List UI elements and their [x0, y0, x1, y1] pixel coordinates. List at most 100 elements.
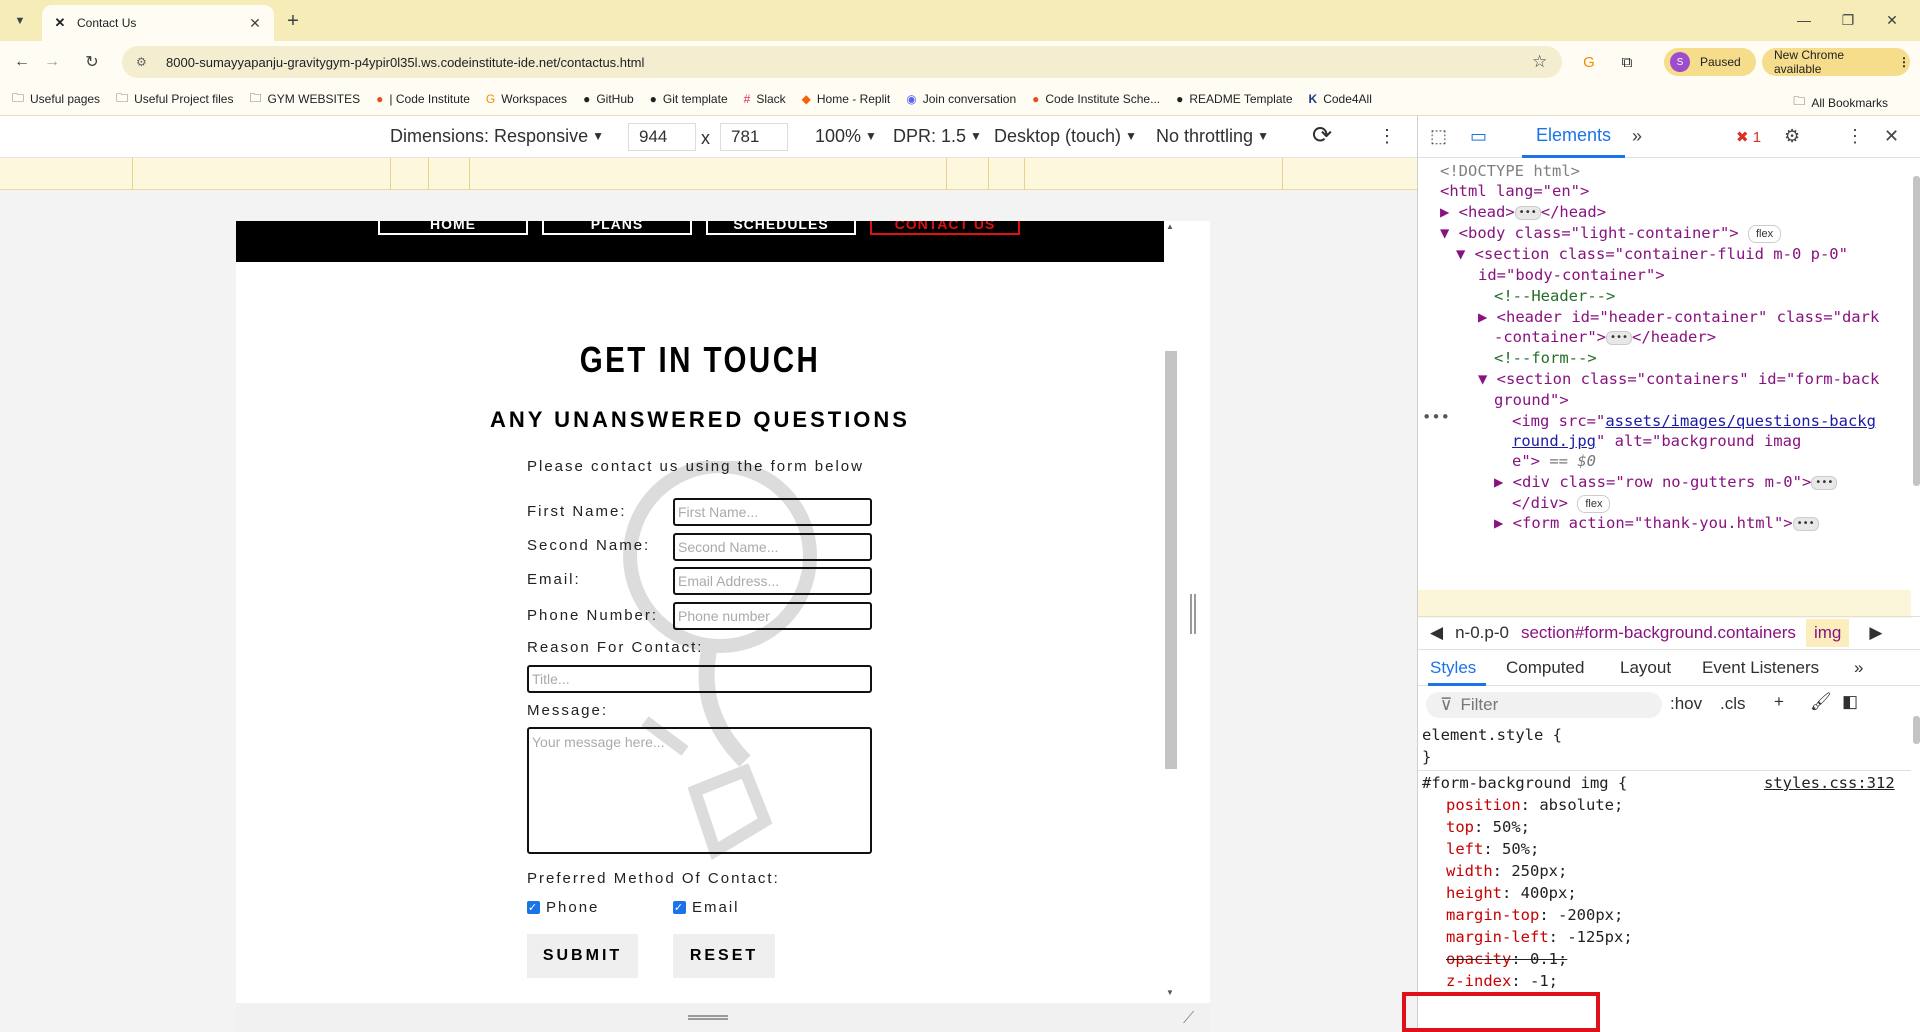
phone-checkbox-row[interactable]: ✓ Phone: [527, 899, 599, 916]
second-name-input[interactable]: Second Name...: [673, 533, 872, 561]
error-count-badge[interactable]: ✖ 1: [1736, 128, 1761, 146]
email-checkbox[interactable]: ✓: [673, 901, 686, 914]
emulated-page[interactable]: HOME PLANS SCHEDULES CONTACT US GET IN T…: [236, 221, 1164, 1003]
more-options-icon[interactable]: ⋮: [1378, 126, 1396, 147]
dom-tree[interactable]: <!DOCTYPE html> <html lang="en"> ▶ <head…: [1418, 158, 1911, 618]
extension-g-icon[interactable]: G: [1578, 51, 1600, 73]
decl-margin-top[interactable]: margin-top: -200px;: [1446, 906, 1623, 924]
filter-input[interactable]: ⊽ Filter: [1426, 692, 1662, 718]
paint-brush-icon[interactable]: 🖌: [1810, 692, 1832, 712]
media-query-ruler[interactable]: [0, 158, 1417, 190]
tab-close-icon[interactable]: ✕: [246, 14, 264, 32]
hov-toggle[interactable]: :hov: [1670, 694, 1702, 714]
breadcrumb-item-section[interactable]: n-0.p-0: [1455, 623, 1509, 643]
page-scrollbar-thumb[interactable]: [1165, 351, 1177, 769]
resize-handle-bottom[interactable]: [688, 1015, 728, 1020]
dom-header[interactable]: ▶ <header id="header-container" class="d…: [1478, 308, 1879, 326]
nav-schedules[interactable]: SCHEDULES: [706, 221, 856, 235]
scroll-up-arrow-icon[interactable]: ▲: [1166, 222, 1174, 231]
bookmark-readme-template[interactable]: ● README Template: [1176, 92, 1292, 106]
nav-contact-us[interactable]: CONTACT US: [870, 221, 1020, 235]
profile-paused-button[interactable]: S Paused: [1664, 48, 1756, 76]
tab-elements[interactable]: Elements: [1522, 116, 1626, 158]
decl-width[interactable]: width: 250px;: [1446, 862, 1567, 880]
nav-plans[interactable]: PLANS: [542, 221, 692, 235]
dimensions-dropdown[interactable]: Dimensions: Responsive ▼: [390, 126, 604, 147]
tab-computed[interactable]: Computed: [1506, 658, 1584, 678]
decl-position[interactable]: position: absolute;: [1446, 796, 1623, 814]
restore-button[interactable]: ❐: [1826, 6, 1870, 34]
bookmark-gym-websites[interactable]: 🗀 GYM WEBSITES: [249, 89, 360, 110]
reload-button[interactable]: ↻: [78, 48, 106, 76]
nav-home[interactable]: HOME: [378, 221, 528, 235]
bookmark-code-institute-schedule[interactable]: ● Code Institute Sche...: [1032, 92, 1160, 106]
bookmark-workspaces[interactable]: G Workspaces: [486, 92, 567, 106]
flex-badge[interactable]: flex: [1577, 495, 1611, 513]
device-toggle-icon[interactable]: ▭: [1470, 126, 1487, 147]
cls-toggle[interactable]: .cls: [1720, 694, 1746, 714]
tab-layout[interactable]: Layout: [1620, 658, 1671, 678]
height-input[interactable]: 781: [720, 123, 788, 151]
collapsed-ellipsis[interactable]: •••: [1811, 476, 1838, 490]
new-chrome-button[interactable]: New Chrome available ⋮: [1762, 48, 1910, 76]
decl-margin-left[interactable]: margin-left: -125px;: [1446, 928, 1633, 946]
address-bar[interactable]: ⚙ 8000-sumayyapanju-gravitygym-p4ypir0l3…: [122, 46, 1562, 78]
tab-event-listeners[interactable]: Event Listeners: [1702, 658, 1819, 678]
bookmark-github[interactable]: ● GitHub: [583, 92, 634, 106]
styles-pane[interactable]: element.style { } #form-background img {…: [1418, 722, 1911, 1032]
tab-search-button[interactable]: ▼: [8, 9, 32, 33]
collapsed-ellipsis[interactable]: •••: [1792, 517, 1819, 531]
zoom-dropdown[interactable]: 100% ▼: [815, 126, 877, 147]
dom-head[interactable]: ▶ <head> ••• </head>: [1440, 203, 1606, 221]
device-type-dropdown[interactable]: Desktop (touch) ▼: [994, 126, 1137, 147]
bookmark-code-institute[interactable]: ● | Code Institute: [376, 92, 470, 106]
email-checkbox-row[interactable]: ✓ Email: [673, 899, 740, 916]
decl-height[interactable]: height: 400px;: [1446, 884, 1577, 902]
tab-styles[interactable]: Styles: [1430, 658, 1476, 678]
dom-section-form-background[interactable]: ▼ <section class="containers" id="form-b…: [1478, 370, 1879, 388]
all-bookmarks[interactable]: 🗀 All Bookmarks: [1793, 92, 1888, 113]
reset-button[interactable]: RESET: [673, 934, 775, 978]
minimize-button[interactable]: —: [1782, 6, 1826, 34]
throttling-dropdown[interactable]: No throttling ▼: [1156, 126, 1269, 147]
dom-body[interactable]: ▼ <body class="light-container"> flex: [1440, 224, 1782, 243]
browser-tab[interactable]: ✕ Contact Us ✕: [42, 5, 274, 41]
breadcrumb-left-arrow-icon[interactable]: ◀: [1430, 623, 1443, 643]
bookmark-code4all[interactable]: K Code4All: [1309, 92, 1372, 106]
inspect-element-icon[interactable]: ⬚: [1430, 126, 1447, 147]
rule-source-link[interactable]: styles.css:312: [1764, 774, 1895, 792]
submit-button[interactable]: SUBMIT: [527, 934, 638, 978]
phone-input[interactable]: Phone number: [673, 602, 872, 630]
dom-section-body-container[interactable]: ▼ <section class="container-fluid m-0 p-…: [1456, 245, 1848, 263]
scroll-down-arrow-icon[interactable]: ▼: [1166, 988, 1174, 997]
img-src-link[interactable]: assets/images/questions-backg: [1605, 412, 1876, 430]
bookmark-star-icon[interactable]: ☆: [1532, 52, 1562, 72]
message-textarea[interactable]: Your message here...: [527, 727, 872, 854]
bookmark-join-conversation[interactable]: ◉ Join conversation: [906, 92, 1016, 106]
close-window-button[interactable]: ✕: [1870, 6, 1914, 34]
bookmark-git-template[interactable]: ● Git template: [650, 92, 728, 106]
decl-opacity[interactable]: opacity: 0.1;: [1446, 950, 1567, 968]
dom-html[interactable]: <html lang="en">: [1440, 182, 1589, 200]
sidebar-toggle-icon[interactable]: ◧: [1842, 692, 1858, 712]
new-tab-button[interactable]: +: [282, 10, 304, 32]
collapsed-ellipsis[interactable]: •••: [1514, 206, 1541, 220]
dom-form[interactable]: ▶ <form action="thank-you.html"> •••: [1494, 514, 1819, 532]
flex-badge[interactable]: flex: [1747, 225, 1782, 243]
extensions-puzzle-icon[interactable]: ⧉: [1616, 51, 1638, 73]
bookmark-useful-project-files[interactable]: 🗀 Useful Project files: [116, 89, 233, 110]
dom-tree-scrollbar-thumb[interactable]: [1913, 176, 1920, 486]
decl-top[interactable]: top: 50%;: [1446, 818, 1530, 836]
resize-corner-icon[interactable]: ⟋: [1183, 1010, 1194, 1028]
bookmark-replit[interactable]: ◆ Home - Replit: [802, 92, 891, 106]
close-devtools-icon[interactable]: ✕: [1884, 126, 1899, 147]
add-rule-icon[interactable]: +: [1774, 692, 1784, 712]
dom-img[interactable]: <img src="assets/images/questions-backg: [1512, 412, 1876, 430]
more-tabs-icon[interactable]: »: [1632, 126, 1642, 147]
settings-gear-icon[interactable]: ⚙: [1784, 126, 1800, 147]
bookmark-slack[interactable]: # Slack: [744, 92, 786, 106]
back-button[interactable]: ←: [8, 48, 36, 76]
phone-checkbox[interactable]: ✓: [527, 901, 540, 914]
breadcrumb-item-form-background[interactable]: section#form-background.containers: [1521, 623, 1796, 643]
decl-z-index[interactable]: z-index: -1;: [1446, 972, 1558, 990]
